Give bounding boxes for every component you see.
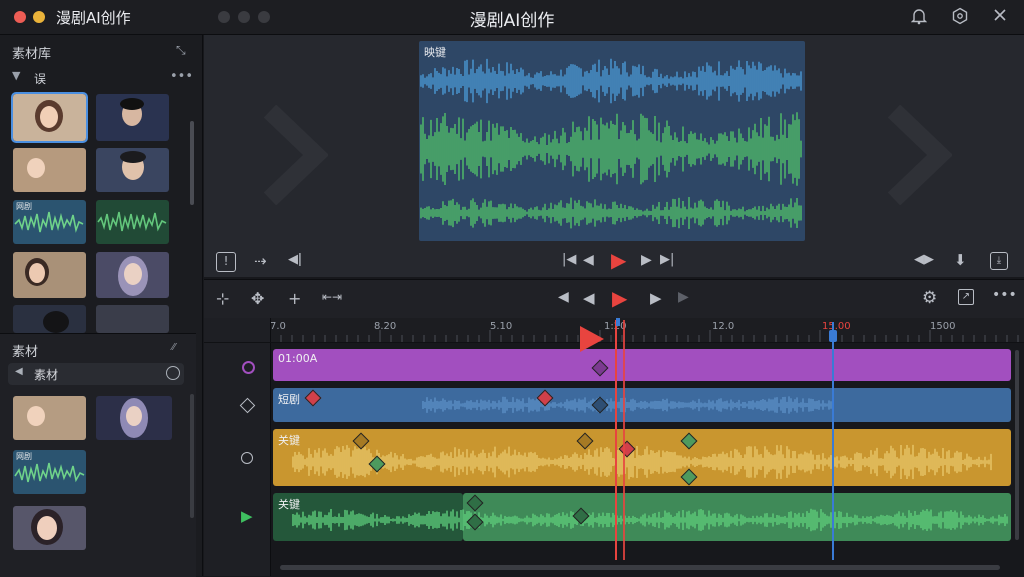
track-clip-purple[interactable]: 01:00A (273, 349, 1011, 381)
gear-icon[interactable]: ⚙ (922, 288, 937, 308)
playhead-line[interactable] (615, 320, 617, 560)
volume-icon[interactable]: ◀ǀ (288, 252, 302, 267)
preview-waveform (420, 58, 802, 229)
move-tool-icon[interactable]: ✥ (251, 289, 264, 308)
fullscreen-icon[interactable]: ⤓ (990, 252, 1008, 270)
playhead-line-secondary (623, 320, 625, 560)
filter-icon[interactable]: ▼ (12, 69, 20, 82)
stretch-tool-icon[interactable]: ⇤⇥ (322, 290, 342, 304)
add-tool-icon[interactable]: + (288, 289, 301, 308)
split-tool-icon[interactable]: ⊹ (216, 289, 229, 308)
info-icon[interactable]: ! (216, 252, 236, 272)
ruler-label: 1500 (930, 321, 956, 332)
split-audio-icon[interactable]: ◀▶ (914, 252, 934, 267)
export-icon[interactable]: ↗ (958, 289, 974, 305)
library-thumb-3[interactable] (13, 148, 86, 192)
window-title: 漫剧AI创作 (469, 11, 555, 31)
tl-step-forward-icon[interactable]: ▶ (650, 289, 662, 307)
hexagon-settings-icon[interactable] (950, 7, 970, 27)
playhead-handle[interactable] (580, 326, 604, 352)
tl-step-back-icon[interactable]: ◀ (583, 289, 595, 307)
more-options-icon[interactable]: ••• (170, 69, 193, 84)
pin-icon[interactable]: ⁄⁄ (172, 342, 175, 353)
track-4-play-icon[interactable]: ▶ (241, 507, 253, 525)
asset-waveform-label: 网剧 (16, 452, 32, 461)
ruler-label: 5.10 (490, 321, 513, 332)
timeline-ruler[interactable]: 7.0 8.20 5.10 1:20 12.0 15.00 1500 (270, 318, 1024, 342)
library-thumb-4[interactable] (96, 148, 169, 192)
step-forward-icon[interactable]: ▶ (641, 252, 652, 268)
library-thumb-1[interactable] (11, 92, 88, 143)
track-clip-orange[interactable]: 关键 (273, 429, 1011, 486)
asset-thumb-2[interactable] (96, 396, 172, 440)
next-clip-chevron-icon[interactable] (888, 105, 952, 205)
library-title: 素材库 (12, 47, 52, 62)
track-3-toggle-icon[interactable] (241, 452, 253, 464)
play-icon[interactable]: ▶ (611, 248, 626, 272)
video-preview[interactable]: 映键 (419, 41, 805, 241)
clip-label: 关键 (278, 434, 300, 447)
library-waveform-thumb-1[interactable]: 网剧 (13, 200, 86, 244)
library-thumb-5[interactable] (13, 252, 86, 298)
timeline-vertical-scrollbar[interactable] (1015, 350, 1019, 540)
assets-title: 素材 (12, 345, 39, 360)
in-point-marker[interactable] (616, 318, 620, 326)
library-waveform-thumb-2[interactable] (96, 200, 169, 244)
clip-label: 01:00A (278, 352, 318, 365)
asset-thumb-1[interactable] (13, 396, 86, 440)
arrow-right-icon[interactable]: ⇢ (254, 252, 267, 270)
title-bar: 漫剧AI创作 漫剧AI创作 (0, 0, 1024, 35)
library-thumb-7[interactable] (13, 305, 86, 333)
clip-label: 短剧 (278, 393, 300, 406)
track-1-toggle-icon[interactable] (242, 361, 255, 374)
track-clip-blue[interactable]: 短剧 (273, 388, 1011, 422)
prev-clip-chevron-icon[interactable] (264, 105, 328, 205)
assets-panel: 素材 ⁄⁄ ◀ 素材 网剧 (0, 333, 196, 577)
ruler-label: 8.20 (374, 321, 397, 332)
assets-dropdown-label: 素材 (34, 368, 59, 382)
bell-icon[interactable] (909, 7, 929, 27)
collapse-icon[interactable]: ⤡ (176, 43, 186, 58)
timeline-toolbar: ⊹ ✥ + ⇤⇥ ◀ ◀ ▶ ▶ ▶ ⚙ ↗ ••• (204, 279, 1024, 319)
tl-play-icon[interactable]: ▶ (612, 286, 627, 310)
marker-handle[interactable] (829, 330, 837, 342)
track-headers: ▶ (204, 318, 271, 576)
timeline-horizontal-scrollbar[interactable] (280, 565, 1000, 570)
filter-label: 误 (34, 72, 47, 86)
library-thumb-6[interactable] (96, 252, 169, 298)
step-back-icon[interactable]: ◀ (583, 252, 594, 268)
add-circle-icon[interactable] (166, 366, 180, 380)
skip-end-icon[interactable]: ▶| (660, 252, 674, 267)
library-thumb-8[interactable] (96, 305, 169, 333)
green-track-waveform (292, 508, 1008, 532)
ruler-label: 7.0 (270, 321, 286, 332)
assets-scrollbar[interactable] (190, 394, 194, 518)
close-icon[interactable] (990, 7, 1010, 27)
tl-prev-icon[interactable]: ◀ (558, 289, 569, 305)
waveform-thumb-label: 网剧 (16, 202, 32, 211)
assets-dropdown[interactable]: ◀ 素材 (8, 363, 184, 385)
more-icon[interactable]: ••• (992, 287, 1017, 303)
asset-thumb-3[interactable] (13, 506, 86, 550)
ruler-label: 12.0 (712, 321, 735, 332)
chevron-left-icon: ◀ (15, 366, 23, 377)
track-2-keyframe-icon[interactable] (239, 397, 256, 414)
asset-waveform-thumb[interactable]: 网剧 (13, 450, 86, 494)
library-scrollbar[interactable] (190, 121, 194, 205)
sparkle-export-icon[interactable]: ⬇︎ (954, 251, 967, 269)
library-thumb-2[interactable] (96, 94, 169, 141)
marker-line[interactable] (832, 322, 834, 560)
tl-next-icon[interactable]: ▶ (678, 289, 689, 305)
skip-start-icon[interactable]: |◀ (562, 252, 576, 267)
sidebar: 素材库 ⤡ ▼ 误 ••• 网剧 素材 ⁄⁄ ◀ 素材 网剧 (0, 35, 203, 577)
